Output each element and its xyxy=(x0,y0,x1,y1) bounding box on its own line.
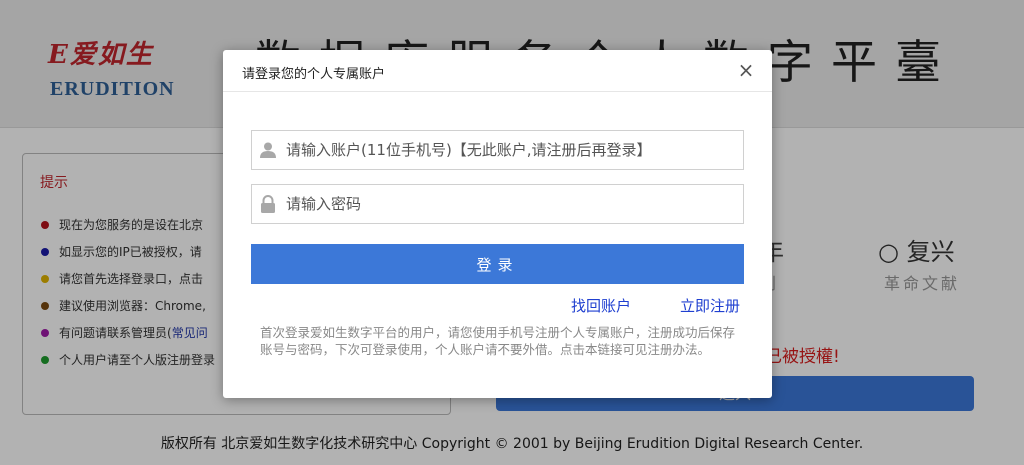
login-button[interactable]: 登录 xyxy=(251,244,744,284)
login-dialog: 请登录您的个人专属账户 × 登录 找回账户 立即注册 首次登录爱如生数字平台的用… xyxy=(223,50,772,398)
recover-account-link[interactable]: 找回账户 xyxy=(571,295,631,316)
password-input[interactable] xyxy=(286,185,736,223)
dialog-title: 请登录您的个人专属账户 xyxy=(242,67,386,82)
register-link[interactable]: 立即注册 xyxy=(680,295,740,316)
user-icon xyxy=(260,142,276,158)
lock-icon xyxy=(261,195,275,213)
registration-notice[interactable]: 首次登录爱如生数字平台的用户，请您使用手机号注册个人专属账户，注册成功后保存账号… xyxy=(260,324,740,358)
username-input[interactable] xyxy=(286,131,736,169)
dialog-header: 请登录您的个人专属账户 × xyxy=(223,50,772,92)
password-field xyxy=(251,184,744,224)
username-field xyxy=(251,130,744,170)
close-icon[interactable]: × xyxy=(734,58,758,82)
